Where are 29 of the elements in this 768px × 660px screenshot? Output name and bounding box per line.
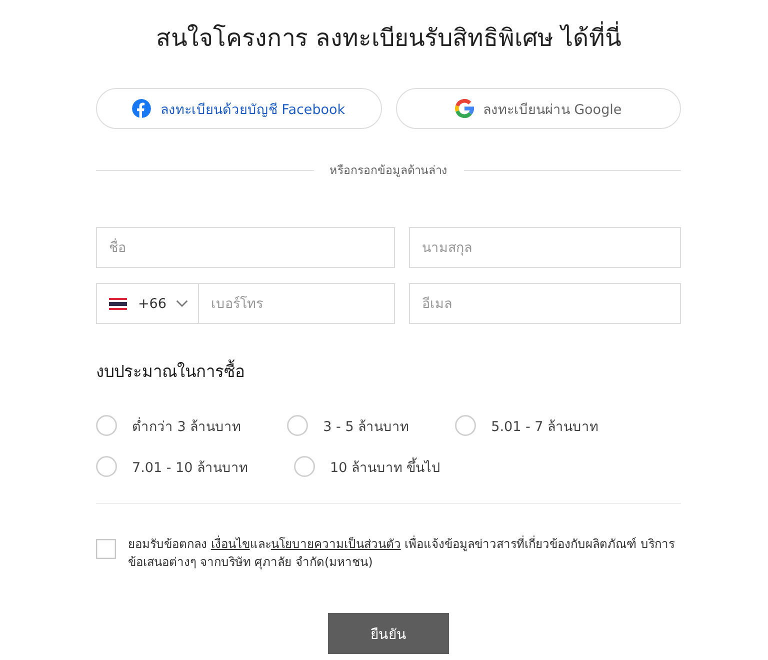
budget-option[interactable]: 5.01 - 7 ล้านบาท bbox=[455, 415, 599, 436]
radio-button-icon[interactable] bbox=[455, 415, 476, 436]
radio-button-icon[interactable] bbox=[96, 415, 117, 436]
phone-input-field[interactable]: เบอร์โทร bbox=[199, 283, 395, 324]
caret-icon bbox=[176, 300, 188, 307]
flag-icon bbox=[109, 298, 127, 310]
consent-text: ยอมรับข้อตกลง เงื่อนไขและนโยบายความเป็นส่วนตัว เพื่อแจ้งข้อมูลข่าวสารที่เกี่ยวข้องกับผลิตภัณฑ์ บริการ ข้อเสนอต่างๆ จากบริษัท ศุภาลัย จำกัด(มหาชน) bbox=[128, 535, 676, 571]
google-icon bbox=[454, 99, 474, 118]
google-signup-button[interactable]: ลงทะเบียนผ่าน Google bbox=[396, 88, 681, 129]
section-heading: งบประมาณในการซื้อ bbox=[96, 360, 681, 384]
input-field[interactable]: ชื่อ bbox=[96, 227, 395, 268]
radio-button-icon[interactable] bbox=[287, 415, 308, 436]
facebook-icon bbox=[132, 99, 152, 118]
divider-label: หรือกรอกข้อมูลด้านล่าง bbox=[330, 162, 448, 179]
consent-link[interactable]: เงื่อนไข bbox=[210, 537, 250, 551]
consent-link[interactable]: นโยบายความเป็นส่วนตัว bbox=[270, 537, 401, 551]
budget-option[interactable]: 7.01 - 10 ล้านบาท bbox=[96, 456, 248, 477]
budget-option[interactable]: ต่ำกว่า 3 ล้านบาท bbox=[96, 415, 242, 436]
country-code-select[interactable]: +66 bbox=[96, 283, 199, 324]
facebook-signup-button[interactable]: ลงทะเบียนด้วยบัญชี Facebook bbox=[96, 88, 382, 129]
input-field[interactable]: นามสกุล bbox=[409, 227, 681, 268]
input-field[interactable]: อีเมล bbox=[409, 283, 681, 324]
form-title: สนใจโครงการ ลงทะเบียนรับสิทธิพิเศษ ได้ที่นี่ bbox=[96, 20, 681, 56]
checkbox[interactable] bbox=[96, 539, 116, 559]
budget-option[interactable]: 10 ล้านบาท ขึ้นไป bbox=[294, 456, 441, 477]
budget-option[interactable]: 3 - 5 ล้านบาท bbox=[287, 415, 410, 436]
submit-button[interactable]: ยืนยัน bbox=[328, 613, 449, 654]
radio-button-icon[interactable] bbox=[96, 456, 117, 477]
radio-button-icon[interactable] bbox=[294, 456, 315, 477]
